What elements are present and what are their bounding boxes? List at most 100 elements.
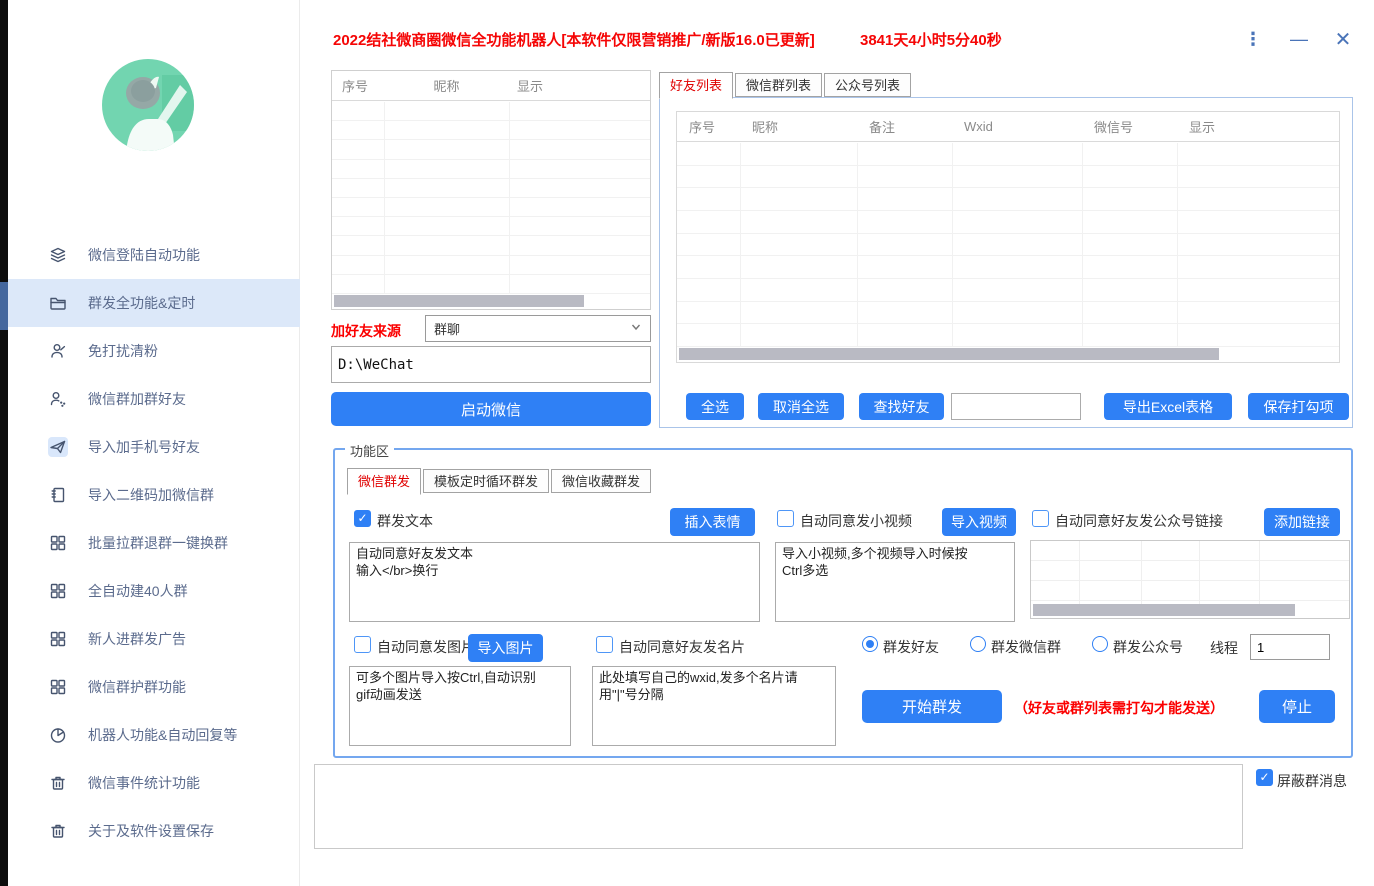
log-output-box[interactable] — [314, 764, 1243, 849]
column-header: 序号 — [332, 76, 384, 95]
tab-template-timed-loop[interactable]: 模板定时循环群发 — [423, 469, 549, 493]
import-image-button[interactable]: 导入图片 — [468, 634, 543, 662]
add-friend-source-label: 加好友来源 — [331, 321, 401, 341]
video-hint-textarea[interactable]: 导入小视频,多个视频导入时候按 Ctrl多选 — [775, 542, 1015, 622]
table-row[interactable] — [332, 236, 650, 255]
horizontal-scrollbar[interactable] — [1033, 604, 1295, 616]
sidebar-item-wechat-login[interactable]: 微信登陆自动功能 — [8, 231, 300, 279]
auto-link-label: 自动同意好友发公众号链接 — [1055, 511, 1223, 531]
send-to-groups-radio[interactable] — [970, 636, 986, 652]
friend-source-dropdown[interactable]: 群聊 — [425, 315, 651, 342]
layers-icon — [48, 245, 68, 265]
card-hint-textarea[interactable]: 此处填写自己的wxid,发多个名片请 用"|"号分隔 — [592, 666, 836, 746]
table-body — [677, 143, 1339, 347]
friend-search-input[interactable] — [951, 393, 1081, 420]
sidebar-item-group-add-friends[interactable]: 微信群加群好友 — [8, 375, 300, 423]
tab-official-account-list[interactable]: 公众号列表 — [824, 73, 911, 97]
sidebar-item-label: 批量拉群退群一键换群 — [88, 533, 228, 553]
add-link-button[interactable]: 添加链接 — [1264, 508, 1340, 536]
paper-plane-icon — [48, 437, 68, 457]
horizontal-scrollbar[interactable] — [679, 348, 1219, 360]
horizontal-scrollbar[interactable] — [334, 295, 584, 307]
select-all-button[interactable]: 全选 — [686, 393, 744, 420]
column-header: 显示 — [509, 76, 650, 95]
window-close-icon[interactable]: ✕ — [1330, 26, 1356, 52]
sidebar-item-about-settings[interactable]: 关于及软件设置保存 — [8, 807, 300, 855]
table-header: 序号 昵称 显示 — [332, 71, 650, 101]
insert-emoji-button[interactable]: 插入表情 — [670, 508, 755, 536]
send-text-checkbox[interactable] — [354, 510, 371, 527]
active-item-indicator — [0, 282, 8, 330]
export-excel-button[interactable]: 导出Excel表格 — [1104, 393, 1232, 420]
stop-button[interactable]: 停止 — [1259, 690, 1335, 723]
sidebar-menu: 微信登陆自动功能 群发全功能&定时 免打扰清粉 微信群加群好友 导入加手机号好友 — [8, 231, 300, 855]
sidebar-item-import-phone-friends[interactable]: 导入加手机号好友 — [8, 423, 300, 471]
window-menu-icon[interactable]: ⋮ — [1240, 26, 1266, 52]
table-row[interactable] — [677, 166, 1339, 189]
tab-friend-list[interactable]: 好友列表 — [659, 72, 733, 99]
wechat-path-input[interactable] — [331, 346, 651, 383]
table-row[interactable] — [677, 279, 1339, 302]
start-mass-send-button[interactable]: 开始群发 — [862, 690, 1002, 723]
sidebar-item-label: 新人进群发广告 — [88, 629, 186, 649]
table-row[interactable] — [332, 102, 650, 121]
deselect-all-button[interactable]: 取消全选 — [758, 393, 844, 420]
table-row[interactable] — [332, 198, 650, 217]
image-hint-textarea[interactable]: 可多个图片导入按Ctrl,自动识别 gif动画发送 — [349, 666, 571, 746]
contact-source-table[interactable]: 序号 昵称 显示 — [331, 70, 651, 310]
table-row[interactable] — [677, 302, 1339, 325]
auto-card-checkbox[interactable] — [596, 636, 613, 653]
sidebar-item-newcomer-ads[interactable]: 新人进群发广告 — [8, 615, 300, 663]
launch-wechat-button[interactable]: 启动微信 — [331, 392, 651, 426]
auto-image-checkbox[interactable] — [354, 636, 371, 653]
table-row[interactable] — [677, 324, 1339, 347]
sidebar-item-event-stats[interactable]: 微信事件统计功能 — [8, 759, 300, 807]
sidebar-item-import-qrcode-groups[interactable]: 导入二维码加微信群 — [8, 471, 300, 519]
table-row[interactable] — [332, 160, 650, 179]
sidebar-item-mass-send[interactable]: 群发全功能&定时 — [8, 279, 300, 327]
sidebar-item-label: 微信群加群好友 — [88, 389, 186, 409]
send-to-groups-label: 群发微信群 — [991, 637, 1061, 657]
table-row[interactable] — [677, 143, 1339, 166]
sidebar-item-robot-autoreply[interactable]: 机器人功能&自动回复等 — [8, 711, 300, 759]
function-tabs: 微信群发 模板定时循环群发 微信收藏群发 — [347, 468, 653, 495]
friend-table[interactable]: 序号 昵称 备注 Wxid 微信号 显示 — [676, 111, 1340, 363]
send-to-official-radio[interactable] — [1092, 636, 1108, 652]
link-list-grid[interactable] — [1030, 540, 1350, 619]
auto-video-checkbox[interactable] — [777, 510, 794, 527]
friend-list-tabs: 好友列表 微信群列表 公众号列表 — [659, 72, 913, 99]
window-minimize-icon[interactable]: — — [1286, 26, 1312, 52]
table-row[interactable] — [677, 234, 1339, 257]
sidebar-item-group-guard[interactable]: 微信群护群功能 — [8, 663, 300, 711]
send-to-friends-radio[interactable] — [862, 636, 878, 652]
table-row[interactable] — [332, 275, 650, 294]
column-divider — [1082, 143, 1083, 347]
table-row[interactable] — [332, 217, 650, 236]
import-video-button[interactable]: 导入视频 — [942, 508, 1016, 536]
table-row[interactable] — [332, 121, 650, 140]
table-header: 序号 昵称 备注 Wxid 微信号 显示 — [677, 112, 1339, 142]
tab-wechat-group-list[interactable]: 微信群列表 — [735, 73, 822, 97]
table-row[interactable] — [677, 188, 1339, 211]
table-row[interactable] — [332, 179, 650, 198]
table-row[interactable] — [332, 256, 650, 275]
table-row[interactable] — [677, 211, 1339, 234]
block-group-msg-checkbox[interactable] — [1256, 769, 1273, 786]
save-checked-button[interactable]: 保存打勾项 — [1248, 393, 1349, 420]
sidebar-item-batch-group-switch[interactable]: 批量拉群退群一键换群 — [8, 519, 300, 567]
auto-link-checkbox[interactable] — [1032, 510, 1049, 527]
table-row[interactable] — [332, 140, 650, 159]
auto-card-label: 自动同意好友发名片 — [619, 637, 745, 657]
column-header: 微信号 — [1082, 117, 1177, 136]
sidebar-item-auto-build-groups[interactable]: 全自动建40人群 — [8, 567, 300, 615]
thread-count-input[interactable] — [1250, 634, 1330, 660]
table-row[interactable] — [677, 256, 1339, 279]
send-to-official-label: 群发公众号 — [1113, 637, 1183, 657]
tab-wechat-favorites-send[interactable]: 微信收藏群发 — [551, 469, 651, 493]
tab-wechat-mass-send[interactable]: 微信群发 — [347, 468, 421, 495]
sidebar-item-clean-fans[interactable]: 免打扰清粉 — [8, 327, 300, 375]
find-friend-button[interactable]: 查找好友 — [859, 393, 944, 420]
column-divider — [1079, 541, 1080, 604]
mass-text-textarea[interactable]: 自动同意好友发文本 输入</br>换行 — [349, 542, 760, 622]
column-header: 昵称 — [384, 76, 509, 95]
